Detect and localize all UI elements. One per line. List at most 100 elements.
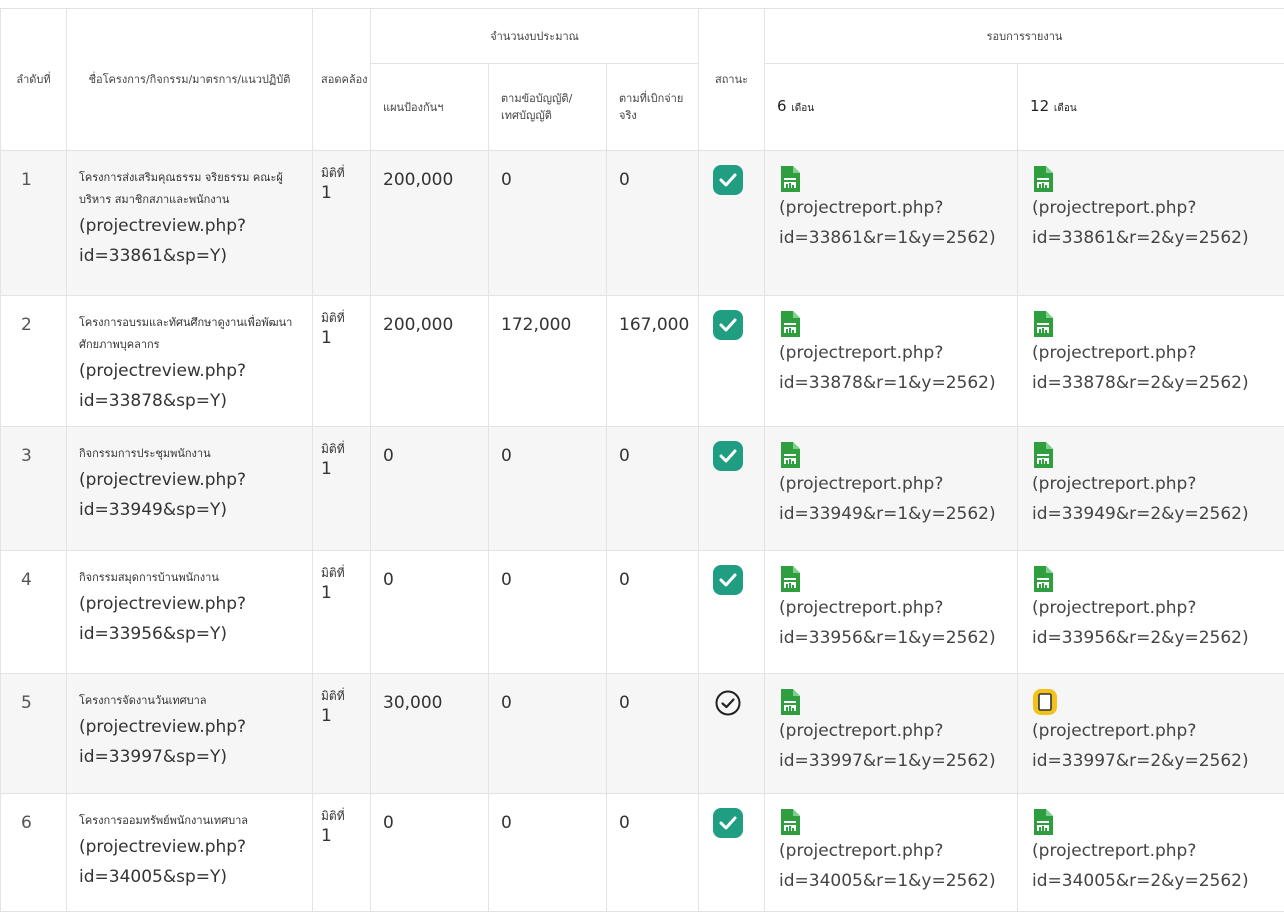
header-budget-group-label: จำนวนงบประมาณ bbox=[490, 29, 579, 43]
project-review-link[interactable]: (projectreview.php? id=33997&sp=Y) bbox=[79, 712, 304, 772]
report-12-link[interactable]: (projectreport.php? id=33997&r=2&y=2562) bbox=[1032, 716, 1276, 776]
report-6-link[interactable]: (projectreport.php? id=33949&r=1&y=2562) bbox=[779, 469, 1009, 529]
row-project: โครงการออมทรัพย์พนักงานเทศบาล (projectrev… bbox=[66, 793, 313, 912]
row-conformity: มิติที่ 1 bbox=[312, 295, 371, 427]
project-review-link[interactable]: (projectreview.php? id=34005&sp=Y) bbox=[79, 832, 304, 892]
report-6-link[interactable]: (projectreport.php? id=33861&r=1&y=2562) bbox=[779, 193, 1009, 253]
budget-plan-value: 0 bbox=[383, 570, 394, 590]
row-report-6: (projectreport.php? id=33949&r=1&y=2562) bbox=[764, 426, 1019, 551]
project-review-link[interactable]: (projectreview.php? id=33861&sp=Y) bbox=[79, 211, 304, 271]
document-chart-icon[interactable] bbox=[779, 165, 1009, 193]
project-review-link[interactable]: (projectreview.php? id=33878&sp=Y) bbox=[79, 356, 304, 416]
conformity-value: 1 bbox=[321, 459, 332, 479]
project-title: กิจกรรมสมุดการบ้านพนักงาน bbox=[79, 571, 219, 584]
budget-actual-value: 0 bbox=[619, 446, 630, 466]
budget-plan-value: 200,000 bbox=[383, 170, 454, 190]
row-budget-actual: 0 bbox=[605, 150, 700, 296]
document-chart-icon[interactable] bbox=[1032, 310, 1276, 338]
document-chart-icon[interactable] bbox=[779, 310, 1009, 338]
row-budget-plan: 0 bbox=[370, 426, 489, 551]
row-budget-actual: 0 bbox=[605, 426, 700, 551]
row-report-12: (projectreport.php? id=33861&r=2&y=2562) bbox=[1017, 150, 1284, 296]
project-review-link[interactable]: (projectreview.php? id=33949&sp=Y) bbox=[79, 465, 304, 525]
report-12-link[interactable]: (projectreport.php? id=33878&r=2&y=2562) bbox=[1032, 338, 1276, 398]
row-budget-actual: 0 bbox=[605, 550, 700, 674]
conformity-label: มิติที่ bbox=[321, 689, 345, 703]
header-project-label: ชื่อโครงการ/กิจกรรม/มาตรการ/แนวปฏิบัติ bbox=[88, 73, 291, 86]
complete-check-icon bbox=[713, 441, 744, 471]
row-index-value: 1 bbox=[21, 170, 32, 190]
project-review-link[interactable]: (projectreview.php? id=33956&sp=Y) bbox=[79, 589, 304, 649]
document-chart-icon[interactable] bbox=[779, 808, 1009, 836]
row-index-value: 3 bbox=[21, 446, 32, 466]
row-index: 6 bbox=[0, 793, 67, 912]
document-chart-icon[interactable] bbox=[779, 688, 1009, 716]
complete-check-icon bbox=[713, 310, 744, 340]
row-budget-actual: 0 bbox=[605, 793, 700, 912]
row-budget-plan: 30,000 bbox=[370, 673, 489, 794]
header-budget-regulation: ตามข้อบัญญัติ/เทศบัญญัติ bbox=[488, 63, 607, 151]
document-chart-icon[interactable] bbox=[1032, 808, 1276, 836]
document-chart-icon[interactable] bbox=[1032, 441, 1276, 469]
header-conformity: สอดคล้อง bbox=[312, 8, 371, 151]
budget-plan-value: 0 bbox=[383, 813, 394, 833]
report-6-link[interactable]: (projectreport.php? id=34005&r=1&y=2562) bbox=[779, 836, 1009, 896]
budget-actual-value: 0 bbox=[619, 693, 630, 713]
document-chart-icon[interactable] bbox=[779, 565, 1009, 593]
row-conformity: มิติที่ 1 bbox=[312, 426, 371, 551]
table-row: 6 โครงการออมทรัพย์พนักงานเทศบาล (projectre… bbox=[0, 793, 1284, 912]
project-title: โครงการออมทรัพย์พนักงานเทศบาล bbox=[79, 814, 249, 827]
budget-regulation-value: 0 bbox=[501, 570, 512, 590]
row-project: โครงการอบรมและทัศนศึกษาดูงานเพื่อพัฒนาศั… bbox=[66, 295, 313, 427]
project-title: โครงการจัดงานวันเทศบาล bbox=[79, 694, 207, 707]
header-period-6-unit: เดือน bbox=[791, 102, 815, 114]
table-row: 2 โครงการอบรมและทัศนศึกษาดูงานเพื่อพัฒนาศ… bbox=[0, 295, 1284, 427]
row-report-12: (projectreport.php? id=34005&r=2&y=2562) bbox=[1017, 793, 1284, 912]
project-title: โครงการอบรมและทัศนศึกษาดูงานเพื่อพัฒนาศั… bbox=[79, 316, 293, 351]
row-index: 1 bbox=[0, 150, 67, 296]
row-index: 2 bbox=[0, 295, 67, 427]
budget-regulation-value: 172,000 bbox=[501, 315, 572, 335]
row-project: กิจกรรมการประชุมพนักงาน (projectreview.ph… bbox=[66, 426, 313, 551]
report-12-link[interactable]: (projectreport.php? id=33861&r=2&y=2562) bbox=[1032, 193, 1276, 253]
header-period-6-number: 6 bbox=[777, 96, 787, 115]
header-budget-regulation-label: ตามข้อบัญญัติ/เทศบัญญัติ bbox=[501, 92, 573, 122]
header-status: สถานะ bbox=[698, 8, 766, 151]
header-period-12: 12 เดือน bbox=[1017, 63, 1284, 151]
document-chart-icon[interactable] bbox=[1032, 165, 1276, 193]
row-conformity: มิติที่ 1 bbox=[312, 673, 371, 794]
row-status bbox=[698, 793, 766, 912]
conformity-value: 1 bbox=[321, 583, 332, 603]
row-status bbox=[698, 673, 766, 794]
budget-plan-value: 30,000 bbox=[383, 693, 443, 713]
header-report-group: รอบการรายงาน bbox=[764, 8, 1284, 64]
row-budget-plan: 200,000 bbox=[370, 295, 489, 427]
row-index-value: 2 bbox=[21, 315, 32, 335]
document-chart-icon[interactable] bbox=[779, 441, 1009, 469]
row-report-6: (projectreport.php? id=33861&r=1&y=2562) bbox=[764, 150, 1019, 296]
row-index-value: 4 bbox=[21, 570, 32, 590]
row-status bbox=[698, 150, 766, 296]
pending-document-icon[interactable] bbox=[1032, 688, 1276, 716]
report-6-link[interactable]: (projectreport.php? id=33997&r=1&y=2562) bbox=[779, 716, 1009, 776]
conformity-label: มิติที่ bbox=[321, 442, 345, 456]
row-budget-regulation: 0 bbox=[488, 673, 607, 794]
report-12-link[interactable]: (projectreport.php? id=34005&r=2&y=2562) bbox=[1032, 836, 1276, 896]
document-chart-icon[interactable] bbox=[1032, 565, 1276, 593]
report-6-link[interactable]: (projectreport.php? id=33956&r=1&y=2562) bbox=[779, 593, 1009, 653]
row-conformity: มิติที่ 1 bbox=[312, 150, 371, 296]
header-period-6: 6 เดือน bbox=[764, 63, 1019, 151]
row-budget-regulation: 0 bbox=[488, 550, 607, 674]
conformity-value: 1 bbox=[321, 826, 332, 846]
complete-check-icon bbox=[713, 565, 744, 595]
report-12-link[interactable]: (projectreport.php? id=33956&r=2&y=2562) bbox=[1032, 593, 1276, 653]
report-12-link[interactable]: (projectreport.php? id=33949&r=2&y=2562) bbox=[1032, 469, 1276, 529]
row-conformity: มิติที่ 1 bbox=[312, 550, 371, 674]
row-budget-actual: 167,000 bbox=[605, 295, 700, 427]
header-budget-plan-label: แผนป้องกันฯ bbox=[383, 100, 444, 114]
row-report-6: (projectreport.php? id=33997&r=1&y=2562) bbox=[764, 673, 1019, 794]
header-index-label: ลำดับที่ bbox=[16, 73, 51, 86]
report-6-link[interactable]: (projectreport.php? id=33878&r=1&y=2562) bbox=[779, 338, 1009, 398]
row-budget-plan: 0 bbox=[370, 793, 489, 912]
row-status bbox=[698, 550, 766, 674]
